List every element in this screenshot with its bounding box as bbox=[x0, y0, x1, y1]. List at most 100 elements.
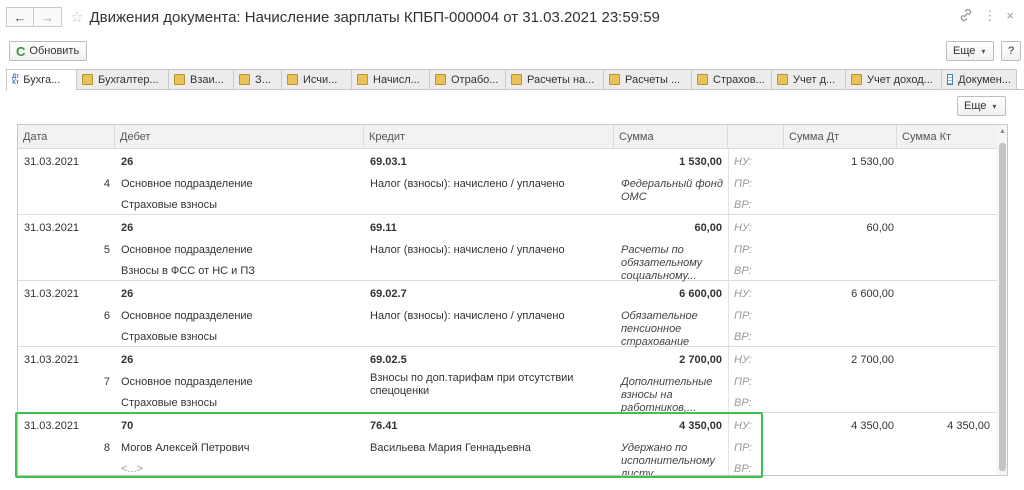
row-number: 7 bbox=[103, 376, 110, 388]
help-icon: ? bbox=[1007, 45, 1015, 57]
type-nu: НУ: bbox=[734, 288, 752, 300]
register-icon bbox=[777, 74, 788, 85]
tab-settlements[interactable]: Взаи... bbox=[168, 69, 233, 90]
close-icon[interactable]: × bbox=[1006, 8, 1014, 25]
tab-label: Отрабо... bbox=[451, 73, 499, 86]
refresh-icon: C bbox=[16, 43, 26, 59]
tab-label: Бухга... bbox=[23, 74, 61, 86]
table-icon bbox=[947, 74, 954, 85]
tab-settlements-2[interactable]: Расчеты на... bbox=[505, 69, 603, 90]
tab-income[interactable]: Учет доход... bbox=[845, 69, 941, 90]
sum-note: Обязательное пенсионное страхование bbox=[621, 310, 698, 348]
register-icon bbox=[287, 74, 298, 85]
credit-account: 69.11 bbox=[370, 222, 397, 234]
debit-account: 70 bbox=[121, 420, 134, 432]
debit-subconto-2: Страховые взносы bbox=[121, 331, 217, 343]
column-header-sum-dt[interactable]: Сумма Дт bbox=[784, 125, 897, 149]
register-icon bbox=[174, 74, 185, 85]
row-date: 31.03.2021 bbox=[24, 156, 80, 168]
tab-accounting-register[interactable]: Бухгалтер... bbox=[76, 69, 168, 90]
register-icon bbox=[697, 74, 708, 85]
type-nu: НУ: bbox=[734, 222, 752, 234]
debit-subconto-2: Страховые взносы bbox=[121, 397, 217, 409]
vertical-scrollbar[interactable]: ▲ bbox=[997, 125, 1007, 475]
link-icon[interactable] bbox=[959, 8, 973, 25]
table-row[interactable]: 31.03.2021 7 26 Основное подразделение С… bbox=[18, 347, 998, 414]
credit-account: 76.41 bbox=[370, 420, 398, 432]
tab-settlements-3[interactable]: Расчеты ... bbox=[603, 69, 691, 90]
tab-label: Страхов... bbox=[713, 73, 765, 86]
register-icon bbox=[609, 74, 620, 85]
tab-label: Учет доход... bbox=[867, 73, 933, 86]
favorite-star-icon[interactable]: ☆ bbox=[70, 8, 83, 26]
column-header-debit[interactable]: Дебет bbox=[115, 125, 364, 149]
register-icon bbox=[239, 74, 250, 85]
back-button[interactable]: ← bbox=[6, 7, 34, 27]
tab-insurance[interactable]: Страхов... bbox=[691, 69, 771, 90]
register-icon bbox=[357, 74, 368, 85]
more-menu-icon[interactable]: ⋮ bbox=[983, 8, 996, 25]
debit-subconto-1: Основное подразделение bbox=[121, 310, 253, 322]
table-row[interactable]: 31.03.2021 6 26 Основное подразделение С… bbox=[18, 281, 998, 348]
tab-accrued[interactable]: Начисл... bbox=[351, 69, 429, 90]
column-header-type bbox=[728, 125, 784, 149]
tab-label: Учет д... bbox=[793, 73, 836, 86]
scroll-up-icon[interactable]: ▲ bbox=[999, 128, 1006, 135]
debit-account: 26 bbox=[121, 222, 134, 234]
sum-dt: 1 530,00 bbox=[851, 156, 894, 168]
debit-subconto-1: Могов Алексей Петрович bbox=[121, 442, 250, 454]
tab-worked[interactable]: Отрабо... bbox=[429, 69, 505, 90]
sum-note: Дополнительные взносы на работников,... bbox=[621, 376, 713, 414]
postings-table[interactable]: Дата Дебет Кредит Сумма Сумма Дт Сумма К… bbox=[17, 124, 1008, 476]
table-row-selected[interactable]: 31.03.2021 8 70 Могов Алексей Петрович <… bbox=[18, 413, 998, 475]
table-more-button[interactable]: Еще ▾ bbox=[957, 96, 1006, 116]
column-header-credit[interactable]: Кредит bbox=[364, 125, 614, 149]
page-title: Движения документа: Начисление зарплаты … bbox=[89, 8, 660, 26]
type-vr: ВР: bbox=[734, 199, 752, 211]
type-pr: ПР: bbox=[734, 376, 753, 388]
tab-salary[interactable]: З... bbox=[233, 69, 281, 90]
tab-label: Исчи... bbox=[303, 73, 338, 86]
debit-subconto-1: Основное подразделение bbox=[121, 244, 253, 256]
row-sum: 1 530,00 bbox=[679, 156, 722, 168]
tab-label: Начисл... bbox=[373, 73, 420, 86]
tab-calculated[interactable]: Исчи... bbox=[281, 69, 351, 90]
column-header-date[interactable]: Дата bbox=[18, 125, 115, 149]
type-vr: ВР: bbox=[734, 265, 752, 277]
debit-subconto-2: <...> bbox=[121, 463, 144, 475]
command-bar: C Обновить Еще ▾ ? bbox=[0, 40, 1024, 64]
forward-button[interactable]: → bbox=[34, 7, 62, 27]
type-vr: ВР: bbox=[734, 331, 752, 343]
chevron-down-icon: ▾ bbox=[981, 46, 986, 56]
row-date: 31.03.2021 bbox=[24, 420, 80, 432]
tab-label: Докумен... bbox=[958, 73, 1011, 86]
tab-accounting-dtkt[interactable]: Дт Кт Бухга... bbox=[6, 69, 76, 91]
register-tabs: Дт Кт Бухга... Бухгалтер... Взаи... З... … bbox=[6, 69, 1024, 91]
table-row[interactable]: 31.03.2021 4 26 Основное подразделение С… bbox=[18, 149, 998, 215]
credit-subconto-1: Налог (взносы): начислено / уплачено bbox=[370, 310, 565, 322]
sum-kt: 4 350,00 bbox=[947, 420, 990, 432]
scrollbar-thumb[interactable] bbox=[999, 143, 1006, 471]
credit-subconto-1: Взносы по доп.тарифам при отсутствии спе… bbox=[370, 372, 574, 397]
register-icon bbox=[82, 74, 93, 85]
column-header-sum[interactable]: Сумма bbox=[614, 125, 728, 149]
refresh-button[interactable]: C Обновить bbox=[9, 41, 87, 61]
help-button[interactable]: ? bbox=[1001, 41, 1021, 61]
sum-note: Расчеты по обязательному социальному... bbox=[621, 244, 703, 282]
sum-note: Федеральный фонд ОМС bbox=[621, 178, 723, 203]
more-button[interactable]: Еще ▾ bbox=[946, 41, 994, 61]
credit-account: 69.02.7 bbox=[370, 288, 407, 300]
row-number: 4 bbox=[103, 178, 110, 190]
chevron-down-icon: ▾ bbox=[992, 101, 997, 111]
tab-label: Расчеты на... bbox=[527, 73, 595, 86]
tab-documents[interactable]: Докумен... bbox=[941, 69, 1017, 90]
column-header-sum-kt[interactable]: Сумма Кт bbox=[897, 125, 998, 149]
tab-accounting-d[interactable]: Учет д... bbox=[771, 69, 845, 90]
debit-account: 26 bbox=[121, 156, 134, 168]
row-date: 31.03.2021 bbox=[24, 288, 80, 300]
table-row[interactable]: 31.03.2021 5 26 Основное подразделение В… bbox=[18, 215, 998, 282]
row-date: 31.03.2021 bbox=[24, 222, 80, 234]
title-bar: ← → ☆ Движения документа: Начисление зар… bbox=[0, 0, 1024, 34]
type-pr: ПР: bbox=[734, 244, 753, 256]
row-sum: 2 700,00 bbox=[679, 354, 722, 366]
